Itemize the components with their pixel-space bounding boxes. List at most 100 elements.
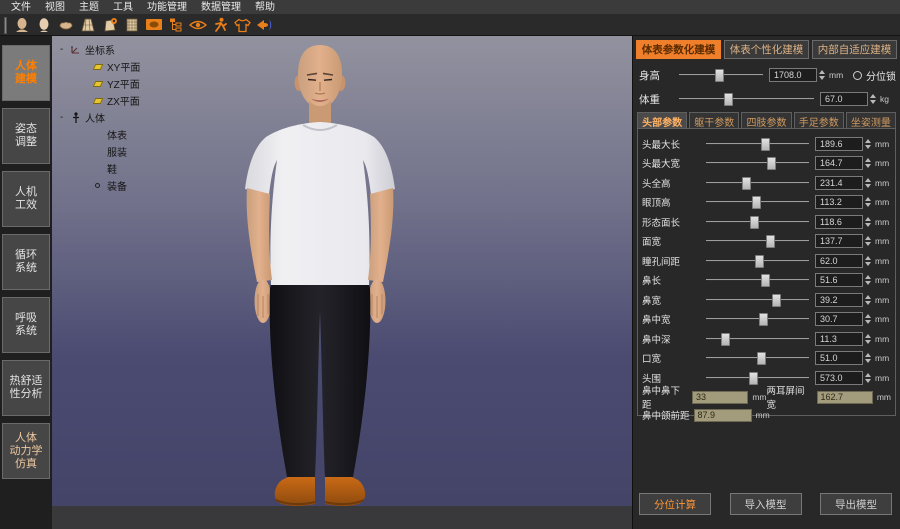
param-9-spin-up[interactable] bbox=[865, 314, 871, 318]
param-0-spin-up[interactable] bbox=[865, 139, 871, 143]
panel-button-1[interactable]: 导入模型 bbox=[730, 493, 802, 515]
panel-button-0[interactable]: 分位计算 bbox=[639, 493, 711, 515]
height-slider[interactable] bbox=[679, 68, 763, 82]
param-5-slider[interactable] bbox=[706, 234, 809, 248]
param-3-spin-up[interactable] bbox=[865, 197, 871, 201]
param-6-slider-handle[interactable] bbox=[755, 255, 764, 268]
menu-item-4[interactable]: 功能管理 bbox=[140, 0, 194, 15]
param-11-spin-up[interactable] bbox=[865, 353, 871, 357]
param-7-slider[interactable] bbox=[706, 273, 809, 287]
weight-value-field[interactable]: 67.0 bbox=[820, 92, 868, 106]
param-10-slider-handle[interactable] bbox=[721, 333, 730, 346]
tree-item-6[interactable]: 服装 bbox=[60, 143, 140, 160]
param-10-spin-up[interactable] bbox=[865, 334, 871, 338]
param-6-value-field[interactable]: 62.0 bbox=[815, 254, 863, 268]
menu-item-5[interactable]: 数据管理 bbox=[194, 0, 248, 15]
param-10-slider[interactable] bbox=[706, 332, 809, 346]
menu-item-3[interactable]: 工具 bbox=[106, 0, 140, 15]
mannequin-head-icon[interactable] bbox=[11, 16, 33, 35]
param-1-slider[interactable] bbox=[706, 156, 809, 170]
tree-item-3[interactable]: ZX平面 bbox=[60, 92, 140, 109]
param-0-slider-track[interactable] bbox=[706, 143, 809, 145]
param-5-value-field[interactable]: 137.7 bbox=[815, 234, 863, 248]
panel-tab-2[interactable]: 内部自适应建模 bbox=[812, 40, 897, 59]
param-12-slider-handle[interactable] bbox=[749, 372, 758, 385]
param-2-spin-down[interactable] bbox=[865, 184, 871, 188]
weight-spin-up[interactable] bbox=[870, 94, 876, 98]
tree-item-0[interactable]: -坐标系 bbox=[60, 41, 140, 58]
param-1-spin-down[interactable] bbox=[865, 164, 871, 168]
param-2-spin-up[interactable] bbox=[865, 178, 871, 182]
param-8-slider[interactable] bbox=[706, 293, 809, 307]
measure-field-0-value[interactable]: 33 bbox=[692, 391, 748, 404]
param-0-slider-handle[interactable] bbox=[761, 138, 770, 151]
sub-tab-1[interactable]: 躯干参数 bbox=[689, 112, 739, 129]
height-slider-handle[interactable] bbox=[715, 69, 724, 82]
param-4-spin-up[interactable] bbox=[865, 217, 871, 221]
param-2-slider-handle[interactable] bbox=[742, 177, 751, 190]
hair-icon[interactable] bbox=[55, 16, 77, 35]
mesh-garment-icon[interactable] bbox=[121, 16, 143, 35]
param-9-slider-handle[interactable] bbox=[759, 313, 768, 326]
param-2-slider-track[interactable] bbox=[706, 182, 809, 184]
weight-slider-track[interactable] bbox=[679, 98, 814, 100]
percentile-lock-radio[interactable] bbox=[853, 71, 862, 80]
param-2-value-field[interactable]: 231.4 bbox=[815, 176, 863, 190]
menu-item-1[interactable]: 视图 bbox=[38, 0, 72, 15]
param-9-spin-down[interactable] bbox=[865, 320, 871, 324]
param-0-spin-down[interactable] bbox=[865, 145, 871, 149]
tree-item-8[interactable]: 装备 bbox=[60, 177, 140, 194]
param-7-slider-handle[interactable] bbox=[761, 274, 770, 287]
hierarchy-tree-icon[interactable] bbox=[165, 16, 187, 35]
viewport-3d[interactable]: -坐标系XY平面YZ平面ZX平面-人体体表服装鞋装备 bbox=[52, 36, 632, 529]
sub-tab-4[interactable]: 坐姿测量 bbox=[846, 112, 896, 129]
param-6-slider[interactable] bbox=[706, 254, 809, 268]
param-8-spin-up[interactable] bbox=[865, 295, 871, 299]
tree-item-4[interactable]: -人体 bbox=[60, 109, 140, 126]
param-9-slider[interactable] bbox=[706, 312, 809, 326]
measure-field-2-value[interactable]: 87.9 bbox=[694, 409, 752, 422]
param-5-slider-handle[interactable] bbox=[766, 235, 775, 248]
height-value-field[interactable]: 1708.0 bbox=[769, 68, 817, 82]
sub-tab-3[interactable]: 手足参数 bbox=[794, 112, 844, 129]
measure-field-1-value[interactable]: 162.7 bbox=[817, 391, 873, 404]
sidebar-tab-2[interactable]: 人机 工效 bbox=[2, 171, 50, 227]
display-capture-icon[interactable] bbox=[143, 16, 165, 35]
weight-slider-handle[interactable] bbox=[724, 93, 733, 106]
running-man-icon[interactable] bbox=[209, 16, 231, 35]
param-1-value-field[interactable]: 164.7 bbox=[815, 156, 863, 170]
param-5-spin-up[interactable] bbox=[865, 236, 871, 240]
tree-item-1[interactable]: XY平面 bbox=[60, 58, 140, 75]
sidebar-tab-0[interactable]: 人体 建模 bbox=[2, 45, 50, 101]
sub-tab-2[interactable]: 四肢参数 bbox=[741, 112, 791, 129]
param-1-slider-handle[interactable] bbox=[767, 157, 776, 170]
param-11-spin-down[interactable] bbox=[865, 359, 871, 363]
param-12-spin-up[interactable] bbox=[865, 373, 871, 377]
param-7-value-field[interactable]: 51.6 bbox=[815, 273, 863, 287]
param-6-spin-down[interactable] bbox=[865, 262, 871, 266]
cloth-gear-icon[interactable] bbox=[99, 16, 121, 35]
tree-item-2[interactable]: YZ平面 bbox=[60, 75, 140, 92]
param-1-slider-track[interactable] bbox=[706, 162, 809, 164]
param-11-slider-handle[interactable] bbox=[757, 352, 766, 365]
head-side-icon[interactable] bbox=[33, 16, 55, 35]
tshirt-icon[interactable] bbox=[231, 16, 253, 35]
height-spin-up[interactable] bbox=[819, 70, 825, 74]
sidebar-tab-3[interactable]: 循环 系统 bbox=[2, 234, 50, 290]
param-8-slider-track[interactable] bbox=[706, 299, 809, 301]
menu-item-2[interactable]: 主题 bbox=[72, 0, 106, 15]
panel-tab-1[interactable]: 体表个性化建模 bbox=[724, 40, 809, 59]
menu-item-6[interactable]: 帮助 bbox=[248, 0, 282, 15]
param-8-value-field[interactable]: 39.2 bbox=[815, 293, 863, 307]
param-5-slider-track[interactable] bbox=[706, 240, 809, 242]
sub-tab-0[interactable]: 头部参数 bbox=[637, 112, 687, 129]
param-3-spin-down[interactable] bbox=[865, 203, 871, 207]
tree-toggle-icon[interactable]: - bbox=[60, 44, 69, 55]
param-3-value-field[interactable]: 113.2 bbox=[815, 195, 863, 209]
tree-toggle-icon[interactable]: - bbox=[60, 112, 69, 123]
param-11-slider[interactable] bbox=[706, 351, 809, 365]
param-7-slider-track[interactable] bbox=[706, 279, 809, 281]
param-7-spin-down[interactable] bbox=[865, 281, 871, 285]
param-4-slider[interactable] bbox=[706, 215, 809, 229]
weight-spin-down[interactable] bbox=[870, 100, 876, 104]
